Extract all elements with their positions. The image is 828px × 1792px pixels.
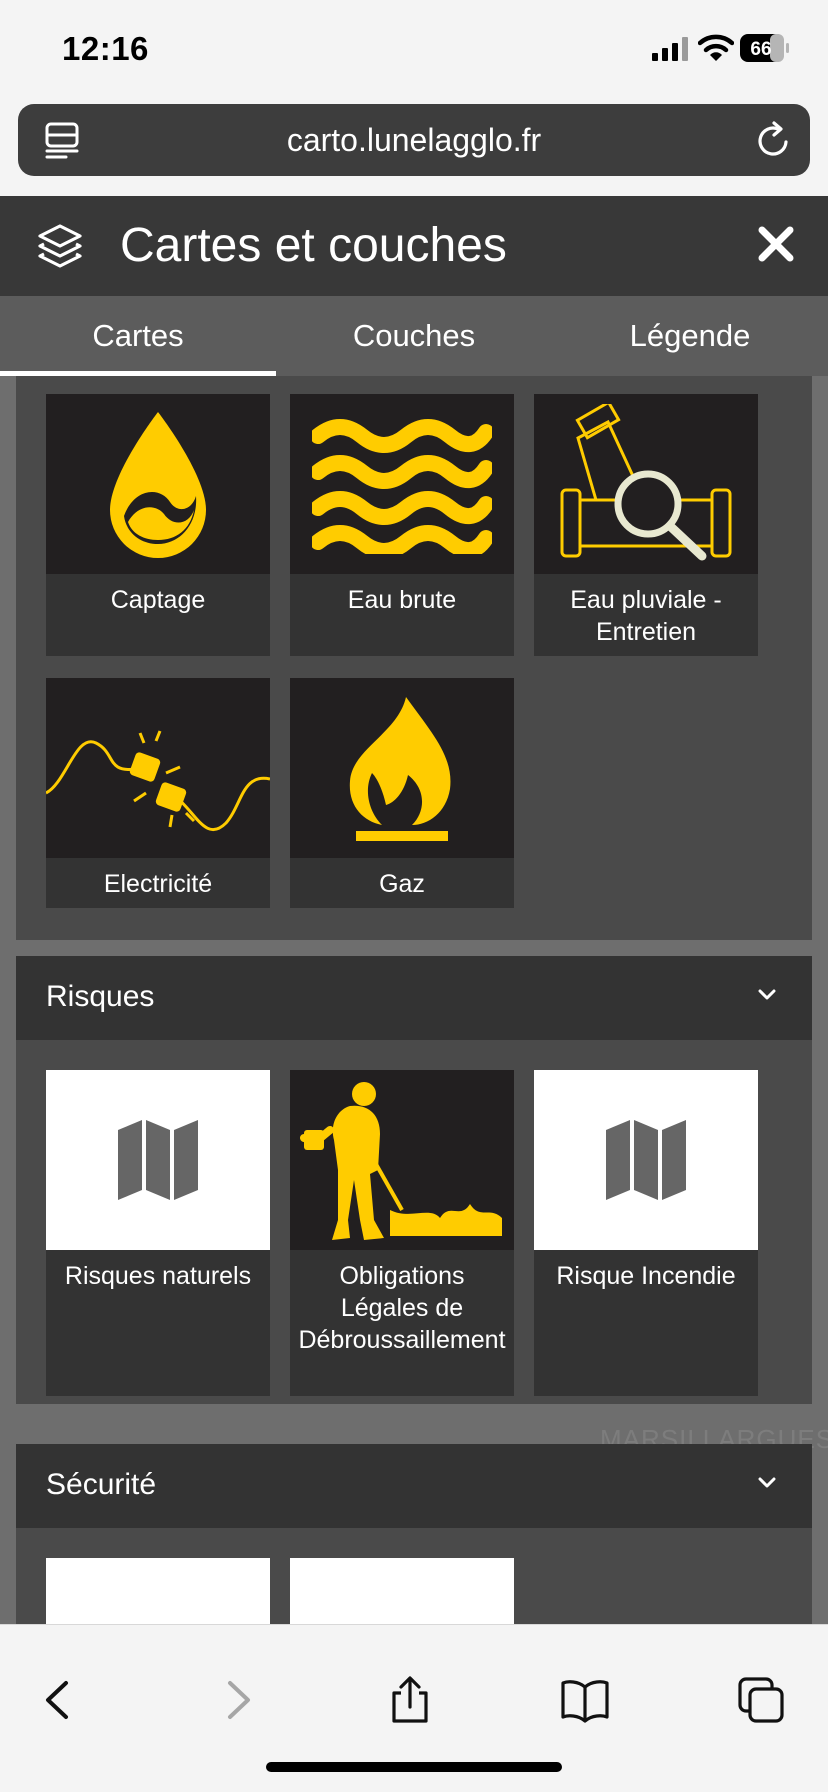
electric-plug-icon [46, 730, 270, 832]
card-label: Electricité [103, 870, 213, 898]
map-card-captage[interactable]: Captage [46, 394, 270, 656]
card-thumbnail [534, 394, 758, 574]
battery-icon: 66 [740, 34, 789, 62]
address-bar[interactable]: carto.lunelagglo.fr [18, 104, 810, 176]
maps-list[interactable]: MARSILLARGUES Captage Eau brute Eau pluv… [0, 376, 828, 1624]
card-thumbnail [46, 394, 270, 574]
home-indicator [266, 1762, 562, 1772]
brush-cutter-icon [300, 1082, 502, 1240]
pipe-inspection-icon [560, 404, 732, 561]
cellular-signal-icon [652, 37, 688, 61]
tab-couches[interactable]: Couches [276, 296, 552, 376]
status-bar: 12:16 66 [0, 0, 828, 98]
card-thumbnail [290, 394, 514, 574]
card-thumbnail [46, 678, 270, 858]
map-card-risques-naturels[interactable]: Risques naturels [46, 1070, 270, 1396]
card-label: Captage [110, 586, 206, 614]
card-label: Risques naturels [64, 1262, 252, 1290]
map-card-securite-1[interactable] [46, 1558, 270, 1624]
reload-icon[interactable] [756, 120, 792, 160]
map-card-electricite[interactable]: Electricité [46, 678, 270, 908]
map-card-eau-pluviale[interactable]: Eau pluviale - Entretien [534, 394, 758, 656]
wifi-icon [698, 34, 734, 61]
chevron-down-icon[interactable] [756, 1472, 778, 1494]
map-card-risque-incendie[interactable]: Risque Incendie [534, 1070, 758, 1396]
card-label: Obligations Légales de Débroussaillement [298, 1262, 506, 1354]
section-header-risques[interactable]: Risques [16, 956, 812, 1040]
panel-title: Cartes et couches [120, 219, 507, 272]
section-title: Risques [46, 980, 155, 1013]
card-thumbnail [46, 1558, 270, 1624]
forward-icon[interactable] [212, 1675, 262, 1725]
tabs-icon[interactable] [736, 1675, 786, 1725]
close-icon[interactable] [756, 224, 796, 264]
card-label: Eau brute [347, 586, 457, 614]
map-icon [118, 1120, 198, 1200]
card-thumbnail [290, 1558, 514, 1624]
panel-header: Cartes et couches [0, 196, 828, 296]
card-thumbnail [290, 1070, 514, 1250]
layers-icon [38, 224, 82, 268]
section-title: Sécurité [46, 1468, 157, 1501]
tab-cartes[interactable]: Cartes [0, 296, 276, 376]
gas-flame-icon [349, 697, 451, 841]
card-label: Risque Incendie [556, 1262, 736, 1290]
card-label: Gaz [379, 870, 425, 898]
section-header-securite[interactable]: Sécurité [16, 1444, 812, 1528]
map-card-eau-brute[interactable]: Eau brute [290, 394, 514, 656]
card-thumbnail [534, 1070, 758, 1250]
map-card-gaz[interactable]: Gaz [290, 678, 514, 908]
url-text[interactable]: carto.lunelagglo.fr [18, 122, 810, 159]
battery-level: 66 [750, 39, 771, 60]
bookmarks-icon[interactable] [560, 1675, 610, 1725]
status-time: 12:16 [62, 30, 149, 67]
tab-legende[interactable]: Légende [552, 296, 828, 376]
waves-icon [312, 419, 492, 554]
card-label: Eau pluviale - Entretien [570, 586, 722, 646]
card-thumbnail [46, 1070, 270, 1250]
map-icon [606, 1120, 686, 1200]
map-card-debroussaillement[interactable]: Obligations Légales de Débroussaillement [290, 1070, 514, 1396]
share-icon[interactable] [385, 1675, 435, 1725]
chevron-down-icon[interactable] [756, 984, 778, 1006]
map-card-securite-2[interactable] [290, 1558, 514, 1624]
tab-bar: Cartes Couches Légende [0, 296, 828, 376]
water-drop-icon [110, 412, 206, 558]
card-thumbnail [290, 678, 514, 858]
back-icon[interactable] [34, 1675, 84, 1725]
